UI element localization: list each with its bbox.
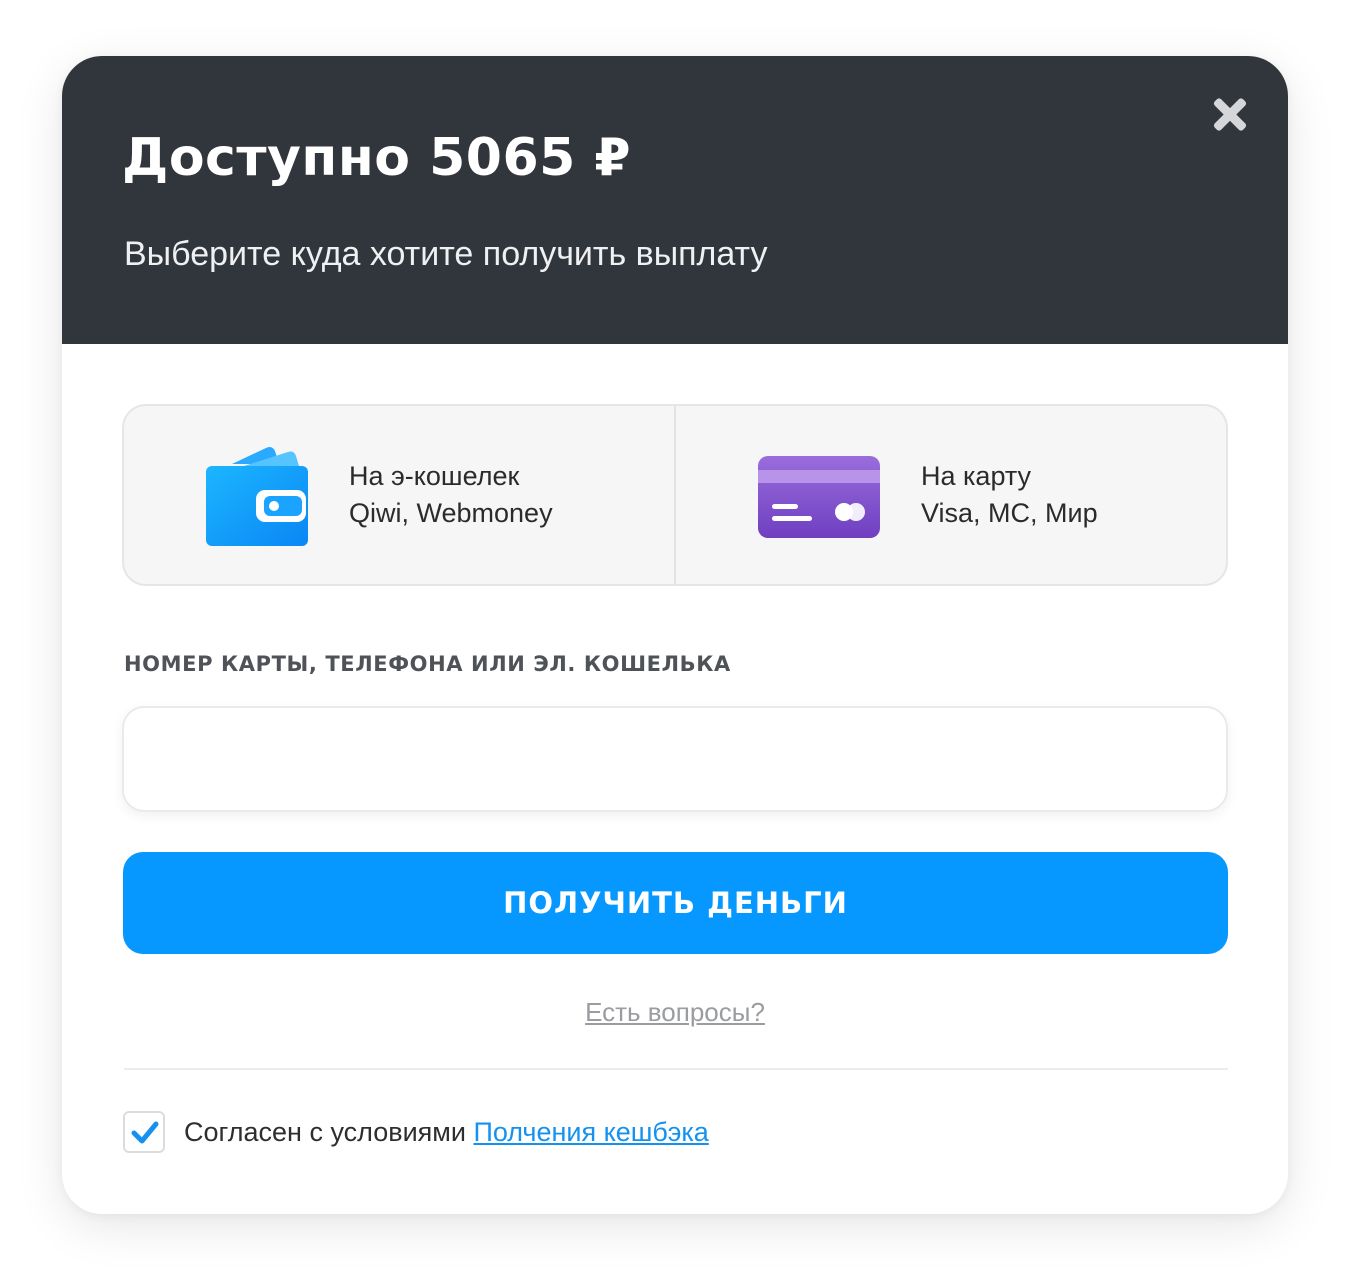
method-ewallet-text: На э-кошелек Qiwi, Webmoney (349, 458, 553, 532)
method-card-text: На карту Visa, MC, Мир (921, 458, 1098, 532)
method-ewallet-title: На э-кошелек (349, 461, 520, 491)
account-number-input[interactable] (122, 706, 1228, 812)
divider (124, 1068, 1228, 1070)
get-money-button[interactable]: ПОЛУЧИТЬ ДЕНЬГИ (123, 852, 1228, 954)
close-icon[interactable] (1208, 92, 1254, 138)
bank-card-icon (758, 456, 880, 538)
method-ewallet[interactable]: На э-кошелек Qiwi, Webmoney (124, 406, 674, 584)
faq-link-wrapper: Есть вопросы? (62, 994, 1288, 1030)
faq-link[interactable]: Есть вопросы? (585, 997, 765, 1027)
payout-modal: Доступно 5065 ₽ Выберите куда хотите пол… (62, 56, 1288, 1214)
consent-label: Согласен с условиями (184, 1117, 474, 1147)
modal-subtitle: Выберите куда хотите получить выплату (124, 235, 768, 273)
checkmark-icon (131, 1121, 159, 1144)
payout-method-selector: На э-кошелек Qiwi, Webmoney На карту Vis… (122, 404, 1228, 586)
method-card[interactable]: На карту Visa, MC, Мир (674, 406, 1226, 584)
method-ewallet-subtitle: Qiwi, Webmoney (349, 498, 553, 528)
wallet-icon (206, 447, 308, 546)
cashback-terms-link[interactable]: Полчения кешбэка (473, 1117, 708, 1147)
consent-checkbox[interactable] (123, 1111, 165, 1153)
account-number-label: НОМЕР КАРТЫ, ТЕЛЕФОНА ИЛИ ЭЛ. КОШЕЛЬКА (124, 652, 731, 676)
consent-text: Согласен с условиями Полчения кешбэка (184, 1112, 709, 1152)
method-card-subtitle: Visa, MC, Мир (921, 498, 1098, 528)
method-card-title: На карту (921, 461, 1032, 491)
available-amount-title: Доступно 5065 ₽ (122, 128, 632, 188)
modal-header: Доступно 5065 ₽ Выберите куда хотите пол… (62, 56, 1288, 344)
